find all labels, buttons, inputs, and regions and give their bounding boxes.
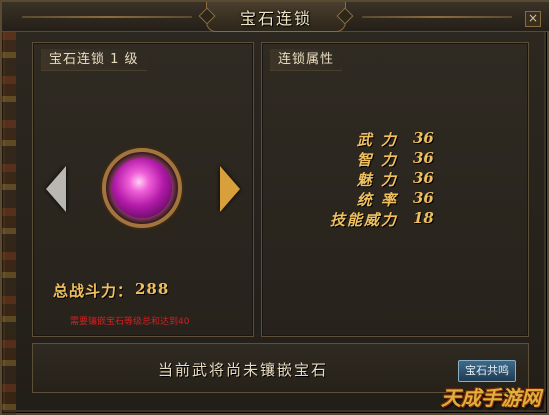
total-power-value: 288 xyxy=(135,280,170,298)
attribute-row: 魅 力 36 xyxy=(328,169,468,189)
next-arrow-icon[interactable] xyxy=(220,166,240,212)
attribute-value: 36 xyxy=(413,169,434,187)
close-button[interactable]: × xyxy=(525,11,541,27)
gem-resonance-button[interactable]: 宝石共鸣 xyxy=(458,360,516,382)
attribute-name: 武 力 xyxy=(356,131,398,149)
attribute-value: 36 xyxy=(413,189,434,207)
requirement-hint: 需要镶嵌宝石等级总和达到40 xyxy=(70,317,190,327)
attribute-row: 智 力 36 xyxy=(328,149,468,169)
title-ornament-left xyxy=(22,16,192,18)
total-power-label: 总战斗力： xyxy=(53,282,134,300)
gem-chain-panel: 宝石连锁 1 级 总战斗力： 288 需要镶嵌宝石等级总和达到40 xyxy=(32,42,254,337)
attribute-name: 智 力 xyxy=(356,151,398,169)
site-watermark: 天成手游网 xyxy=(441,386,541,410)
gem-chain-level-heading: 宝石连锁 1 级 xyxy=(41,49,147,71)
title-ornament-right xyxy=(362,16,512,18)
gem-slot[interactable] xyxy=(102,148,182,228)
chain-attributes-heading: 连锁属性 xyxy=(270,49,343,71)
chain-attributes-panel: 连锁属性 武 力 36 智 力 36 魅 力 36 统 率 36 技能威力 18 xyxy=(261,42,529,337)
gem-chain-window: 宝石连锁 × 宝石连锁 1 级 总战斗力： 288 需要镶嵌宝石等级总和达到40… xyxy=(0,0,549,415)
inlay-status-text: 当前武将尚未镶嵌宝石 xyxy=(157,361,328,379)
title-bar: 宝石连锁 × xyxy=(2,2,549,32)
purple-gem-icon xyxy=(112,158,172,218)
attribute-name: 技能威力 xyxy=(329,211,398,229)
previous-arrow-icon[interactable] xyxy=(46,166,66,212)
attribute-name: 统 率 xyxy=(356,191,398,209)
attribute-list: 武 力 36 智 力 36 魅 力 36 统 率 36 技能威力 18 xyxy=(328,129,468,229)
attribute-value: 18 xyxy=(413,209,434,227)
title-plate: 宝石连锁 xyxy=(206,2,346,32)
attribute-value: 36 xyxy=(413,149,434,167)
attribute-row: 武 力 36 xyxy=(328,129,468,149)
attribute-row: 统 率 36 xyxy=(328,189,468,209)
attribute-name: 魅 力 xyxy=(356,171,398,189)
background-game-strip xyxy=(2,32,16,415)
window-title: 宝石连锁 xyxy=(239,8,312,28)
attribute-value: 36 xyxy=(413,129,434,147)
attribute-row: 技能威力 18 xyxy=(328,209,468,229)
